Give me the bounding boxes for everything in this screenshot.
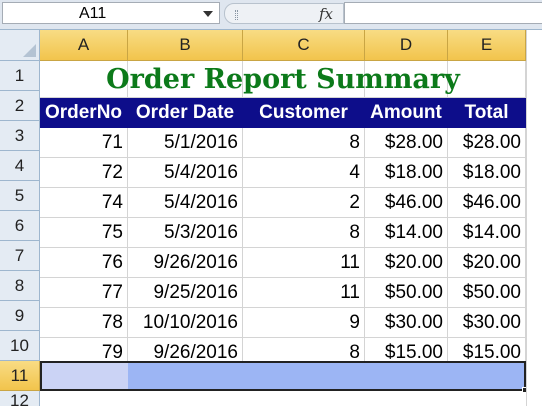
data-cell[interactable]: 11 <box>243 278 365 308</box>
data-cell[interactable]: 72 <box>40 158 128 188</box>
data-cell[interactable]: 71 <box>40 128 128 158</box>
triangle-icon <box>23 44 36 57</box>
data-cell[interactable]: 74 <box>40 188 128 218</box>
row-header-1[interactable]: 1 <box>0 61 40 91</box>
data-cell[interactable]: $20.00 <box>448 248 526 278</box>
data-cell[interactable]: $50.00 <box>365 278 448 308</box>
name-box[interactable]: A11 <box>2 2 220 24</box>
column-header-a[interactable]: A <box>40 30 128 61</box>
data-cell[interactable]: 77 <box>40 278 128 308</box>
column-header-b[interactable]: B <box>128 30 243 61</box>
data-cell[interactable]: 9/25/2016 <box>128 278 243 308</box>
data-cell[interactable]: 5/4/2016 <box>128 188 243 218</box>
grid-right-edge <box>526 30 542 406</box>
data-cell[interactable]: 11 <box>243 248 365 278</box>
column-title-total[interactable]: Total <box>448 98 526 128</box>
row-header-7[interactable]: 7 <box>0 241 40 271</box>
grip-icon[interactable] <box>235 10 238 20</box>
data-cell[interactable]: 9/26/2016 <box>128 248 243 278</box>
row-header-5[interactable]: 5 <box>0 181 40 211</box>
data-cell[interactable]: $18.00 <box>448 158 526 188</box>
data-cell[interactable]: $28.00 <box>448 128 526 158</box>
row-header-3[interactable]: 3 <box>0 121 40 151</box>
function-area: fx <box>224 3 344 24</box>
data-cell[interactable]: $20.00 <box>365 248 448 278</box>
data-cell[interactable]: $28.00 <box>365 128 448 158</box>
data-cell[interactable]: 2 <box>243 188 365 218</box>
column-title-order-date[interactable]: Order Date <box>128 98 243 128</box>
row-header-10[interactable]: 10 <box>0 331 40 361</box>
data-cell[interactable]: $46.00 <box>365 188 448 218</box>
column-title-orderno[interactable]: OrderNo <box>40 98 128 128</box>
column-title-amount[interactable]: Amount <box>365 98 448 128</box>
row-header-11[interactable]: 11 <box>0 361 40 391</box>
data-cell[interactable]: $14.00 <box>448 218 526 248</box>
formula-bar: A11 fx <box>0 0 542 30</box>
name-box-value: A11 <box>79 5 107 22</box>
data-cell[interactable]: $18.00 <box>365 158 448 188</box>
data-cell[interactable]: 78 <box>40 308 128 338</box>
row-header-4[interactable]: 4 <box>0 151 40 181</box>
column-header-d[interactable]: D <box>365 30 448 61</box>
select-all-corner[interactable] <box>0 30 40 61</box>
data-cell[interactable]: 9 <box>243 308 365 338</box>
row-header-2[interactable]: 2 <box>0 91 40 121</box>
row-header-12[interactable]: 12 <box>0 391 40 406</box>
data-cell[interactable]: 75 <box>40 218 128 248</box>
report-title[interactable]: Order Report Summary <box>40 61 526 98</box>
data-cell[interactable]: 8 <box>243 218 365 248</box>
data-cell[interactable]: $30.00 <box>448 308 526 338</box>
row-header-6[interactable]: 6 <box>0 211 40 241</box>
column-header-c[interactable]: C <box>243 30 365 61</box>
data-cell[interactable]: 4 <box>243 158 365 188</box>
data-cell[interactable]: 5/3/2016 <box>128 218 243 248</box>
column-title-customer[interactable]: Customer <box>243 98 365 128</box>
selection-border <box>40 361 526 391</box>
data-cell[interactable]: $30.00 <box>365 308 448 338</box>
data-cell[interactable]: 5/1/2016 <box>128 128 243 158</box>
row-header-8[interactable]: 8 <box>0 271 40 301</box>
column-header-e[interactable]: E <box>448 30 526 61</box>
data-cell[interactable]: 76 <box>40 248 128 278</box>
chevron-down-icon[interactable] <box>203 11 213 17</box>
data-cell[interactable]: 10/10/2016 <box>128 308 243 338</box>
data-cell[interactable]: 5/4/2016 <box>128 158 243 188</box>
data-cell[interactable]: 8 <box>243 128 365 158</box>
insert-function-icon[interactable]: fx <box>319 5 333 23</box>
data-cell[interactable]: $46.00 <box>448 188 526 218</box>
formula-input[interactable] <box>344 2 542 24</box>
row-header-9[interactable]: 9 <box>0 301 40 331</box>
data-cell[interactable]: $14.00 <box>365 218 448 248</box>
data-cell[interactable]: $50.00 <box>448 278 526 308</box>
